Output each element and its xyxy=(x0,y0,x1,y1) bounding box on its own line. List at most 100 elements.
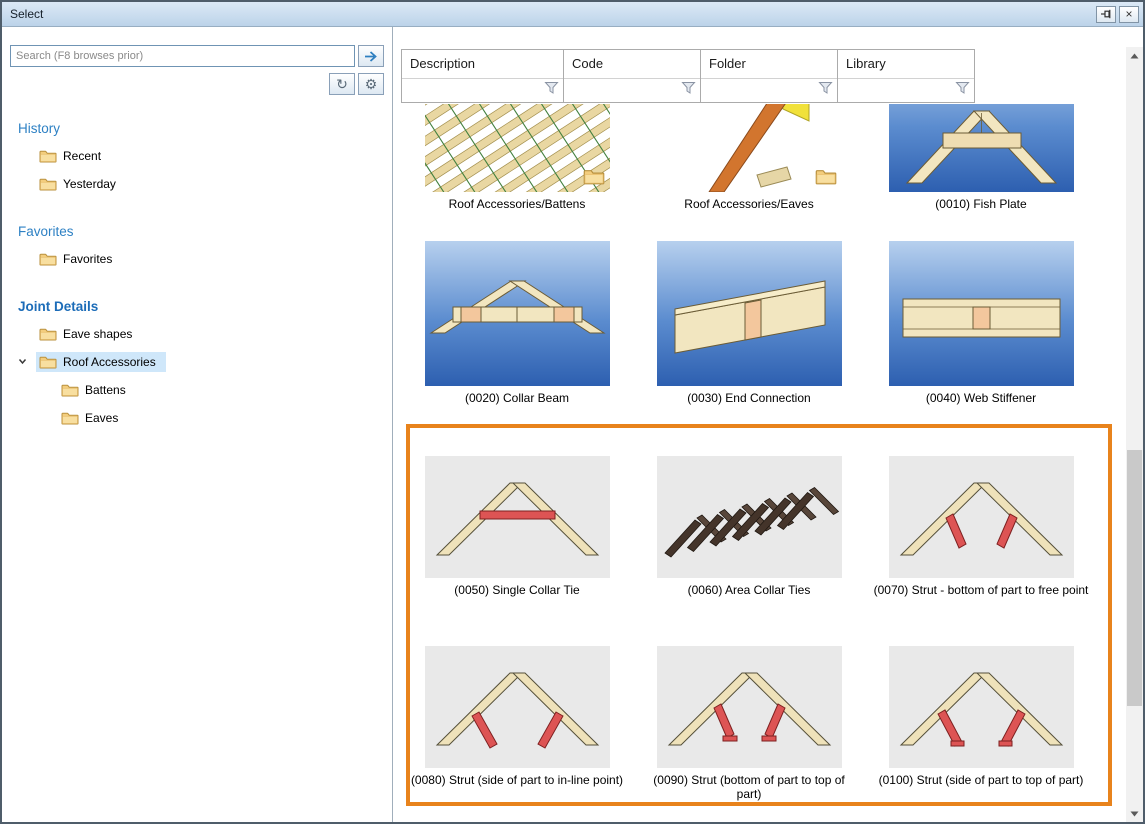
filter-button[interactable] xyxy=(818,81,833,100)
library-item[interactable]: (0020) Collar Beam xyxy=(401,241,633,456)
item-thumbnail-area-collar-ties[interactable] xyxy=(657,456,842,578)
library-item[interactable]: (0010) Fish Plate xyxy=(865,104,1097,241)
triangle-up-icon xyxy=(1130,53,1139,59)
library-item[interactable]: (0070) Strut - bottom of part to free po… xyxy=(865,456,1097,646)
item-thumbnail-strut-side-top[interactable] xyxy=(889,646,1074,768)
column-header-library[interactable]: Library xyxy=(837,49,975,103)
content-panel: Description Code Folder Library Roof Acc… xyxy=(393,27,1143,822)
folder-icon xyxy=(39,252,57,266)
item-thumbnail-battens[interactable] xyxy=(425,104,610,192)
item-label: (0020) Collar Beam xyxy=(465,391,569,405)
tree-item-eaves[interactable]: Eaves xyxy=(2,404,392,432)
column-label: Code xyxy=(564,50,700,78)
tree-section-history: History xyxy=(18,121,392,136)
folder-icon xyxy=(39,355,57,369)
chevron-down-icon[interactable] xyxy=(17,356,28,370)
tree-section-favorites: Favorites xyxy=(18,224,392,239)
item-label: (0030) End Connection xyxy=(687,391,810,405)
item-label: (0010) Fish Plate xyxy=(935,197,1026,211)
folder-icon xyxy=(61,383,79,397)
library-item[interactable]: Roof Accessories/Battens xyxy=(401,104,633,241)
funnel-icon xyxy=(681,81,696,95)
folder-icon xyxy=(39,177,57,191)
tree-item-label: Battens xyxy=(85,383,126,397)
item-thumbnail-strut-side-inline[interactable] xyxy=(425,646,610,768)
items-grid: Roof Accessories/Battens Roof Accessorie… xyxy=(401,104,1097,822)
item-thumbnail-strut-bottom-free[interactable] xyxy=(889,456,1074,578)
folder-tree: History Recent Yesterday Favorites Favori… xyxy=(2,121,392,432)
folder-icon xyxy=(39,149,57,163)
column-label: Description xyxy=(402,50,563,78)
tree-item-label: Favorites xyxy=(63,252,112,266)
triangle-down-icon xyxy=(1130,811,1139,817)
column-header-description[interactable]: Description xyxy=(401,49,564,103)
window-close-button[interactable]: × xyxy=(1119,6,1139,23)
settings-button[interactable]: ⚙ xyxy=(358,73,384,95)
item-thumbnail-web-stiffener[interactable] xyxy=(889,241,1074,386)
item-label: Roof Accessories/Eaves xyxy=(684,197,813,211)
folder-icon xyxy=(61,411,79,425)
library-item[interactable]: (0050) Single Collar Tie xyxy=(401,456,633,646)
scroll-up-button[interactable] xyxy=(1126,47,1143,64)
item-thumbnail-fish-plate[interactable] xyxy=(889,104,1074,192)
filter-button[interactable] xyxy=(681,81,696,100)
tree-item-recent[interactable]: Recent xyxy=(2,142,392,170)
library-item[interactable]: (0060) Area Collar Ties xyxy=(633,456,865,646)
refresh-icon: ↻ xyxy=(336,76,348,93)
library-item[interactable]: (0090) Strut (bottom of part to top of p… xyxy=(633,646,865,822)
item-label: (0040) Web Stiffener xyxy=(926,391,1036,405)
column-header-code[interactable]: Code xyxy=(563,49,701,103)
item-label: (0090) Strut (bottom of part to top of p… xyxy=(640,773,858,801)
library-item[interactable]: (0030) End Connection xyxy=(633,241,865,456)
item-thumbnail-eaves[interactable] xyxy=(657,104,842,192)
library-item[interactable]: (0040) Web Stiffener xyxy=(865,241,1097,456)
tree-item-label: Recent xyxy=(63,149,101,163)
tree-item-battens[interactable]: Battens xyxy=(2,376,392,404)
column-label: Library xyxy=(838,50,974,78)
window-title: Select xyxy=(10,7,1093,21)
column-headers: Description Code Folder Library xyxy=(401,49,975,103)
sidebar: ↻ ⚙ History Recent Yesterday Favorites Fa… xyxy=(2,27,393,822)
scrollbar-thumb[interactable] xyxy=(1127,450,1142,706)
item-label: Roof Accessories/Battens xyxy=(449,197,586,211)
library-item[interactable]: (0100) Strut (side of part to top of par… xyxy=(865,646,1097,822)
select-window: Select × ↻ xyxy=(0,0,1145,824)
tree-item-label: Roof Accessories xyxy=(63,355,156,369)
tree-item-favorites[interactable]: Favorites xyxy=(2,245,392,273)
item-thumbnail-end-connection[interactable] xyxy=(657,241,842,386)
tree-item-eave-shapes[interactable]: Eave shapes xyxy=(2,320,392,348)
tree-item-label: Eave shapes xyxy=(63,327,132,341)
tree-item-yesterday[interactable]: Yesterday xyxy=(2,170,392,198)
item-label: (0060) Area Collar Ties xyxy=(688,583,811,597)
pin-icon xyxy=(1100,8,1112,20)
window-pin-button[interactable] xyxy=(1096,6,1116,23)
title-bar: Select × xyxy=(2,2,1143,27)
item-thumbnail-single-collar-tie[interactable] xyxy=(425,456,610,578)
item-label: (0070) Strut - bottom of part to free po… xyxy=(874,583,1089,597)
column-label: Folder xyxy=(701,50,837,78)
search-go-button[interactable] xyxy=(358,45,384,67)
column-header-folder[interactable]: Folder xyxy=(700,49,838,103)
tree-item-roof-accessories[interactable]: Roof Accessories xyxy=(2,348,392,376)
funnel-icon xyxy=(955,81,970,95)
item-label: (0050) Single Collar Tie xyxy=(454,583,579,597)
refresh-button[interactable]: ↻ xyxy=(329,73,355,95)
search-input[interactable] xyxy=(10,45,355,67)
tree-section-joint-details: Joint Details xyxy=(18,299,392,314)
filter-button[interactable] xyxy=(544,81,559,100)
item-label: (0100) Strut (side of part to top of par… xyxy=(879,773,1084,787)
arrow-right-icon xyxy=(363,50,379,63)
funnel-icon xyxy=(818,81,833,95)
folder-icon xyxy=(39,327,57,341)
tree-item-label: Eaves xyxy=(85,411,118,425)
funnel-icon xyxy=(544,81,559,95)
library-item[interactable]: Roof Accessories/Eaves xyxy=(633,104,865,241)
item-thumbnail-collar-beam[interactable] xyxy=(425,241,610,386)
filter-button[interactable] xyxy=(955,81,970,100)
folder-badge-icon xyxy=(815,168,837,190)
tree-item-label: Yesterday xyxy=(63,177,116,191)
scroll-down-button[interactable] xyxy=(1126,805,1143,822)
scrollbar[interactable] xyxy=(1126,47,1143,822)
library-item[interactable]: (0080) Strut (side of part to in-line po… xyxy=(401,646,633,822)
item-thumbnail-strut-bottom-top[interactable] xyxy=(657,646,842,768)
